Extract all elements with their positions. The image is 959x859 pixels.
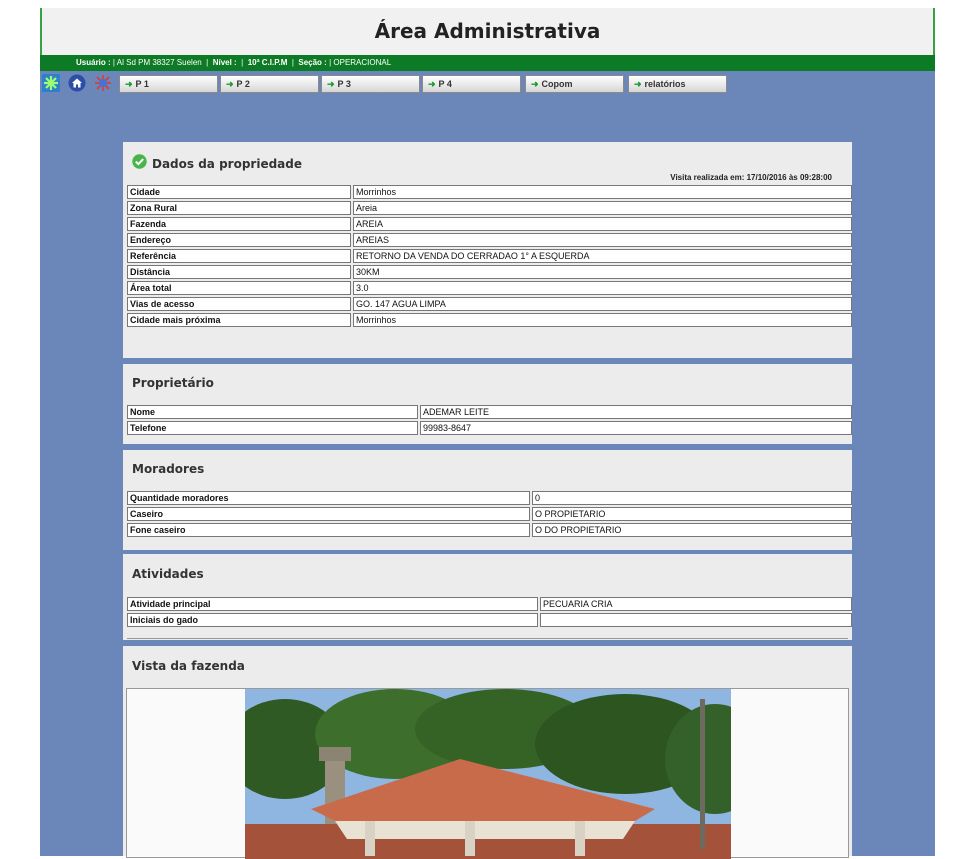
secao-value: | OPERACIONAL	[329, 58, 392, 67]
nav-button-copom[interactable]: ➜ Copom	[525, 75, 624, 93]
moradores-panel: Moradores Quantidade moradores 0 Caseiro O…	[123, 450, 852, 550]
nav-button-p3[interactable]: ➜ P 3	[321, 75, 420, 93]
atividades-panel: Atividades Atividade principal PECUARIA C…	[123, 554, 852, 640]
usuario-value: | Al Sd PM 38327 Suelen	[112, 58, 202, 67]
table-row: Cidade mais próxima Morrinhos	[127, 313, 852, 327]
arrow-right-icon: ➜	[125, 79, 133, 89]
arrow-right-icon: ➜	[428, 79, 436, 89]
farm-photo	[245, 689, 731, 859]
moradores-table: Quantidade moradores 0 Caseiro O PROPIETAR…	[125, 489, 854, 539]
table-row: Iniciais do gado	[127, 613, 852, 627]
nivel-label: Nível :	[212, 58, 237, 67]
nivel-value: |	[241, 58, 244, 67]
page-header: Área Administrativa	[40, 8, 935, 55]
table-row: Caseiro O PROPIETARIO	[127, 507, 852, 521]
propriedade-title: Dados da propriedade	[152, 157, 303, 171]
vista-panel: Vista da fazenda	[123, 646, 852, 859]
moradores-title: Moradores	[132, 462, 205, 476]
arrow-right-icon: ➜	[327, 79, 335, 89]
vista-title: Vista da fazenda	[132, 659, 245, 673]
check-circle-icon	[132, 154, 147, 173]
arrow-right-icon: ➜	[634, 79, 642, 89]
table-row: Telefone 99983-8647	[127, 421, 852, 435]
table-row: Nome ADEMAR LEITE	[127, 405, 852, 419]
table-row: Endereço AREIAS	[127, 233, 852, 247]
photo-container	[126, 688, 849, 859]
nav-button-p1[interactable]: ➜ P 1	[119, 75, 218, 93]
proprietario-panel: Proprietário Nome ADEMAR LEITE Telefone 99…	[123, 364, 852, 444]
asterisk-icon[interactable]	[42, 74, 60, 92]
table-row: Atividade principal PECUARIA CRIA	[127, 597, 852, 611]
nav-button-p2[interactable]: ➜ P 2	[220, 75, 319, 93]
table-row: Quantidade moradores 0	[127, 491, 852, 505]
divider	[127, 638, 848, 639]
nav-button-p4[interactable]: ➜ P 4	[422, 75, 521, 93]
table-row: Vias de acesso GO. 147 AGUA LIMPA	[127, 297, 852, 311]
atividades-title: Atividades	[132, 567, 204, 581]
table-row: Distância 30KM	[127, 265, 852, 279]
proprietario-table: Nome ADEMAR LEITE Telefone 99983-8647	[125, 403, 854, 437]
visit-timestamp: Visita realizada em: 17/10/2016 às 09:28…	[670, 173, 832, 182]
user-info-bar: Usuário : | Al Sd PM 38327 Suelen | Níve…	[40, 55, 935, 71]
sun-icon[interactable]	[94, 74, 112, 92]
table-row: Fazenda AREIA	[127, 217, 852, 231]
table-row: Zona Rural Areia	[127, 201, 852, 215]
arrow-right-icon: ➜	[226, 79, 234, 89]
app-frame: Área Administrativa Usuário : | Al Sd PM…	[40, 8, 935, 859]
table-row: Fone caseiro O DO PROPIETARIO	[127, 523, 852, 537]
page-title: Área Administrativa	[374, 19, 601, 43]
atividades-table: Atividade principal PECUARIA CRIA Iniciai…	[125, 595, 854, 629]
arrow-right-icon: ➜	[531, 79, 539, 89]
toolbar: ➜ P 1 ➜ P 2 ➜ P 3 ➜ P 4 ➜ Copom ➜ relatórios	[40, 71, 935, 95]
table-row: Referência RETORNO DA VENDA DO CERRADAO 1…	[127, 249, 852, 263]
propriedade-table: Cidade Morrinhos Zona Rural Areia Fazenda A…	[125, 183, 854, 329]
proprietario-title: Proprietário	[132, 376, 214, 390]
usuario-label: Usuário :	[76, 58, 111, 67]
secao-label: Seção :	[298, 58, 327, 67]
cipm-value: 10ª C.I.P.M	[247, 58, 288, 67]
table-row: Cidade Morrinhos	[127, 185, 852, 199]
table-row: Área total 3.0	[127, 281, 852, 295]
home-icon[interactable]	[68, 74, 86, 92]
nav-button-relatorios[interactable]: ➜ relatórios	[628, 75, 727, 93]
propriedade-panel: Dados da propriedade Visita realizada em…	[123, 142, 852, 358]
